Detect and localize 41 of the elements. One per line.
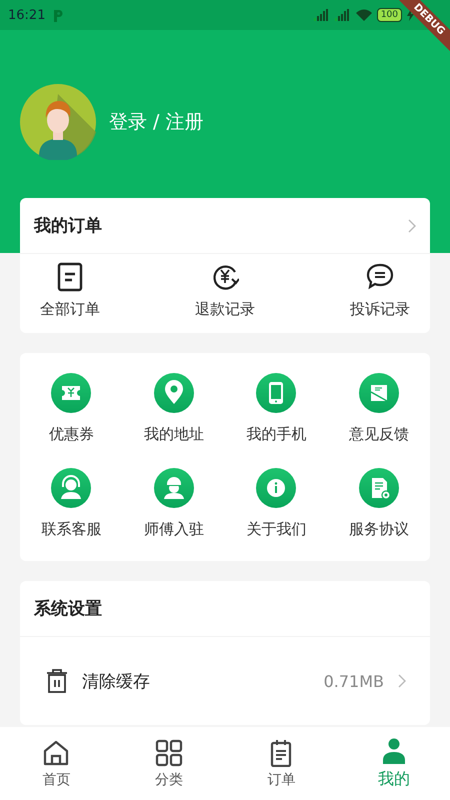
signal-icon — [334, 9, 351, 21]
service-shortcut[interactable]: 意见反馈 — [328, 373, 430, 444]
service-shortcut[interactable]: 服务协议 — [328, 468, 430, 539]
settings-row[interactable]: 清除缓存 0.71MB — [20, 637, 430, 725]
service-shortcut[interactable]: 我的手机 — [225, 373, 328, 444]
section-title: 我的订单 — [34, 215, 102, 237]
service-shortcut[interactable]: 优惠券 — [20, 373, 122, 444]
parking-icon — [53, 8, 64, 22]
phone-icon — [256, 373, 296, 413]
chevron-icon — [398, 674, 406, 688]
worker-icon — [154, 468, 194, 508]
chevron-icon — [408, 218, 416, 232]
tab-item[interactable]: 分类 — [138, 738, 199, 788]
document-badge-icon — [358, 468, 399, 508]
battery-indicator: 100 — [376, 8, 402, 22]
tab-item[interactable]: 订单 — [251, 738, 312, 788]
headset-icon — [51, 468, 92, 508]
signal-icon — [314, 9, 330, 21]
location-pin-icon — [154, 373, 194, 413]
envelope-icon — [358, 373, 399, 413]
tab-item[interactable]: 我的 — [364, 737, 424, 790]
coupon-icon — [51, 373, 92, 413]
status-time: 16:21 — [8, 8, 46, 22]
cache-size: 0.71MB — [324, 672, 384, 690]
service-shortcut[interactable]: 关于我们 — [225, 468, 328, 539]
service-shortcut[interactable]: 我的地址 — [122, 373, 225, 444]
trash-icon — [46, 668, 68, 694]
service-shortcut[interactable]: 联系客服 — [20, 468, 122, 539]
chat-icon — [366, 262, 394, 292]
order-shortcut[interactable]: 全部订单 — [40, 262, 100, 319]
grid-icon — [154, 738, 183, 766]
order-shortcut[interactable]: 退款记录 — [195, 262, 255, 319]
info-icon — [256, 468, 296, 508]
settings-label: 清除缓存 — [82, 670, 151, 692]
document-icon — [56, 262, 84, 292]
wifi-icon — [356, 9, 372, 21]
order-shortcut[interactable]: 投诉记录 — [350, 262, 410, 319]
service-shortcut[interactable]: 师傅入驻 — [122, 468, 225, 539]
home-icon — [42, 738, 70, 766]
section-title: 系统设置 — [34, 598, 102, 620]
tab-item[interactable]: 首页 — [26, 738, 86, 788]
